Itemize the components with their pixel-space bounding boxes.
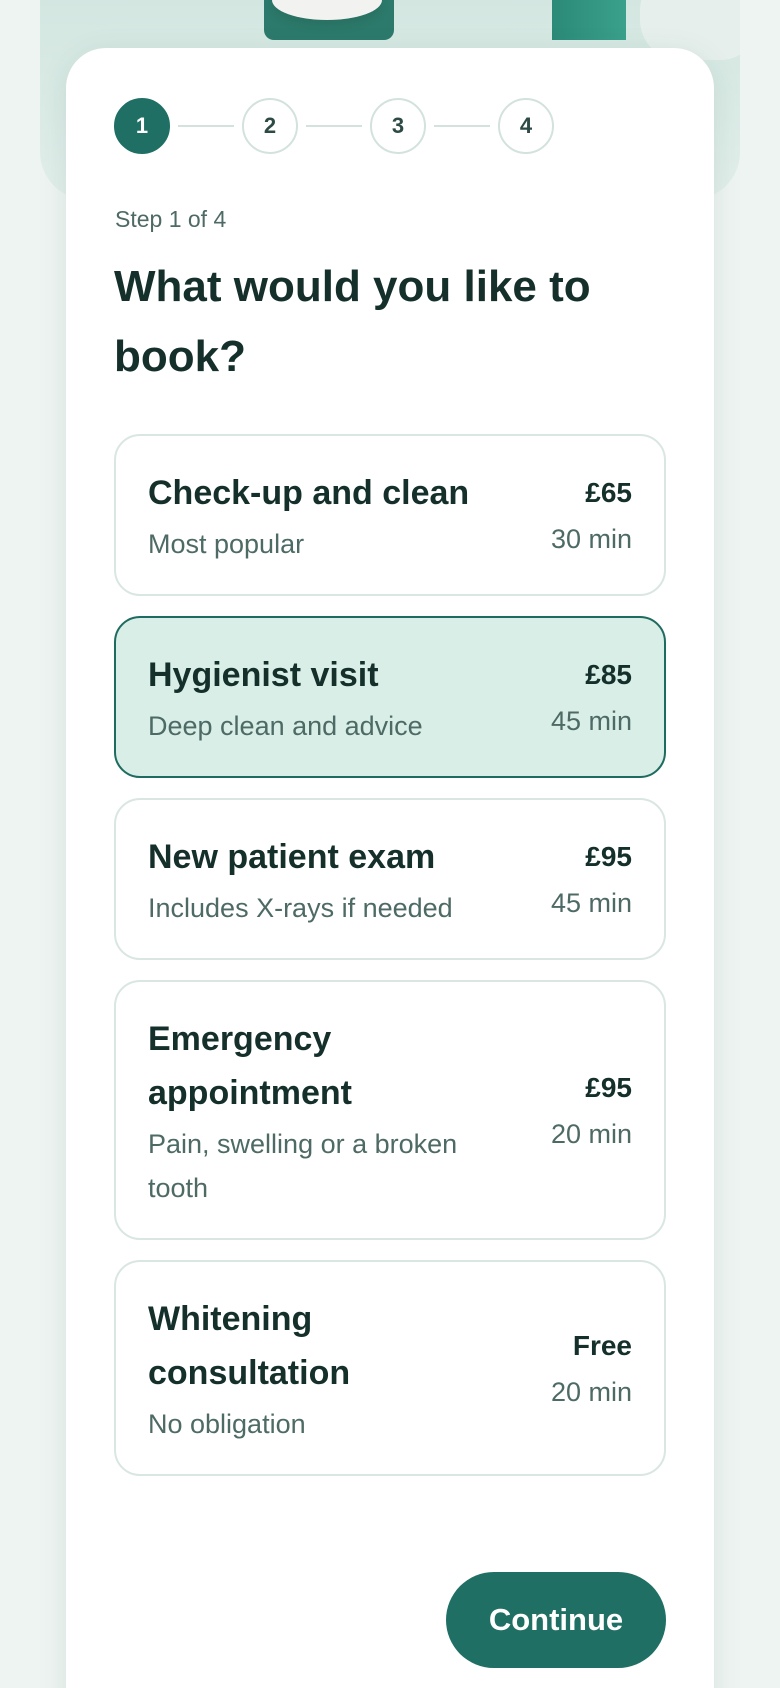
stepper: 1 2 3 4 xyxy=(114,98,554,154)
page-title: What would you like to book? xyxy=(114,262,591,381)
option-price: £95 xyxy=(585,841,632,872)
option-price: £65 xyxy=(585,477,632,508)
option-price: Free xyxy=(572,1330,632,1361)
service-option-hygienist[interactable]: Hygienist visit Deep clean and advice £8… xyxy=(114,616,666,778)
option-title: Hygienist visit xyxy=(148,656,379,694)
option-title: Whitening consultation xyxy=(148,1300,351,1392)
step-3-indicator: 3 xyxy=(370,98,426,154)
service-options: Check-up and clean Most popular £65 30 m… xyxy=(114,434,666,1496)
service-option-emergency[interactable]: Emergency appointment Pain, swelling or … xyxy=(114,980,666,1240)
step-connector xyxy=(434,125,490,127)
step-4-indicator: 4 xyxy=(498,98,554,154)
option-description: Includes X-rays if needed xyxy=(148,893,453,923)
illustration-bar xyxy=(552,0,626,40)
option-duration: 45 min xyxy=(550,888,632,918)
option-duration: 20 min xyxy=(550,1119,632,1149)
step-1-indicator: 1 xyxy=(114,98,170,154)
option-description: Pain, swelling or a broken tooth xyxy=(148,1129,458,1203)
option-title: New patient exam xyxy=(148,838,436,876)
option-duration: 30 min xyxy=(550,524,632,554)
step-2-indicator: 2 xyxy=(242,98,298,154)
option-duration: 45 min xyxy=(550,706,632,736)
option-description: Most popular xyxy=(148,529,305,559)
service-option-checkup[interactable]: Check-up and clean Most popular £65 30 m… xyxy=(114,434,666,596)
option-title: Check-up and clean xyxy=(148,474,470,512)
step-connector xyxy=(306,125,362,127)
option-title: Emergency appointment xyxy=(148,1020,352,1112)
step-label: Step 1 of 4 xyxy=(115,206,227,232)
option-description: Deep clean and advice xyxy=(148,711,423,741)
step-connector xyxy=(178,125,234,127)
continue-button[interactable]: Continue xyxy=(446,1572,666,1668)
option-price: £85 xyxy=(585,659,632,690)
service-option-new-patient[interactable]: New patient exam Includes X-rays if need… xyxy=(114,798,666,960)
option-duration: 20 min xyxy=(550,1377,632,1407)
service-option-whitening[interactable]: Whitening consultation No obligation Fre… xyxy=(114,1260,666,1476)
option-description: No obligation xyxy=(148,1409,306,1439)
option-price: £95 xyxy=(585,1072,632,1103)
booking-card: 1 2 3 4 Step 1 of 4 What would you like … xyxy=(66,48,714,1688)
